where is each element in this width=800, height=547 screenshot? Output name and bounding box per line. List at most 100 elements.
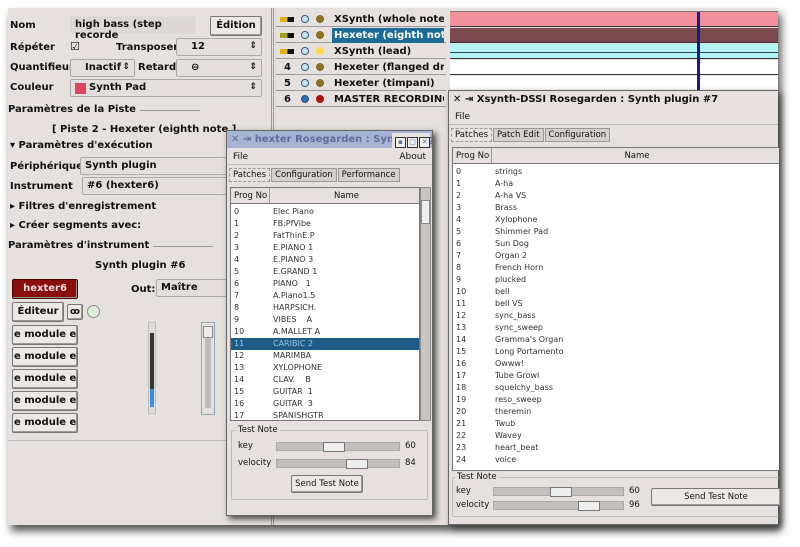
- patch-row[interactable]: 21 Twub: [453, 418, 779, 430]
- patch-row[interactable]: 0 strings: [453, 166, 779, 178]
- plugin-module-button[interactable]: e module ex: [12, 413, 78, 433]
- playback-pointer[interactable]: [697, 12, 700, 92]
- maximize-icon[interactable]: □: [407, 137, 418, 148]
- patch-row[interactable]: 7 A.Piano1.5: [231, 290, 419, 302]
- menu-file[interactable]: File: [455, 112, 470, 122]
- editor-button[interactable]: Éditeur: [12, 302, 64, 322]
- patch-row[interactable]: 10 A.MALLET A: [231, 326, 419, 338]
- mute-led-icon[interactable]: [301, 95, 309, 103]
- hexter-patch-list[interactable]: Prog No Name 0 Elec Piano 1 FB:PfVibe 2 FatTh…: [230, 187, 420, 421]
- patch-row[interactable]: 1 A-ha: [453, 178, 779, 190]
- patch-row[interactable]: 15 Long Portamento: [453, 346, 779, 358]
- patch-row[interactable]: 12 sync_bass: [453, 310, 779, 322]
- track-label[interactable]: XSynth (whole notes): [332, 12, 444, 27]
- volume-slider[interactable]: [201, 322, 215, 415]
- pin-icon[interactable]: ⇥: [465, 94, 473, 105]
- record-led-icon[interactable]: [316, 47, 324, 55]
- patch-row[interactable]: 18 squelchy_bass: [453, 382, 779, 394]
- mute-led-icon[interactable]: [301, 15, 309, 23]
- xsynth-titlebar[interactable]: ✕ ⇥ Xsynth-DSSI Rosegarden : Synth plugi…: [449, 91, 778, 108]
- mute-led-icon[interactable]: [301, 47, 309, 55]
- mute-led-icon[interactable]: [301, 79, 309, 87]
- mute-led-icon[interactable]: [301, 31, 309, 39]
- patch-row[interactable]: 13 XYLOPHONE: [231, 362, 419, 374]
- col-name[interactable]: Name: [270, 188, 419, 204]
- segment-xsynth-lead[interactable]: [450, 44, 778, 59]
- instrument-field[interactable]: #6 (hexter6): [82, 177, 230, 195]
- device-field[interactable]: Synth plugin: [80, 157, 230, 175]
- record-led-icon[interactable]: [316, 95, 324, 103]
- track-label[interactable]: Hexeter (flanged drums): [332, 60, 444, 75]
- track-label[interactable]: Hexeter (timpani): [332, 76, 444, 91]
- quantize-select[interactable]: Inactif: [70, 59, 135, 77]
- track-row[interactable]: 6 MASTER RECORDING: [276, 92, 446, 107]
- hexter-titlebar[interactable]: ✕ ⇥ hexter Rosegarden : Synth plugin #6 …: [227, 131, 432, 148]
- patch-row[interactable]: 4 Xylophone: [453, 214, 779, 226]
- patch-row[interactable]: 17 Tube Growl: [453, 370, 779, 382]
- patch-row[interactable]: 2 FatThinE.P: [231, 230, 419, 242]
- tab-patches[interactable]: Patches: [229, 168, 271, 182]
- tab-patches[interactable]: Patches: [451, 128, 493, 142]
- delay-select[interactable]: ⊖: [176, 59, 262, 77]
- xsynth-patch-list[interactable]: Prog No Name 0 strings 1 A-ha 2 A-ha VS 3 Brass…: [452, 147, 779, 471]
- tab-configuration[interactable]: Configuration: [544, 128, 611, 142]
- track-label[interactable]: XSynth (lead): [332, 44, 444, 59]
- plugin-button[interactable]: hexter6: [12, 279, 78, 299]
- patch-row[interactable]: 22 Wavey: [453, 430, 779, 442]
- patch-row[interactable]: 16 Owww!: [453, 358, 779, 370]
- repeat-checkbox[interactable]: ☑: [70, 40, 80, 53]
- patch-row[interactable]: 19 reso_sweep: [453, 394, 779, 406]
- col-name[interactable]: Name: [492, 148, 779, 164]
- menu-about[interactable]: About: [399, 149, 426, 165]
- name-field[interactable]: high bass (step recorde: [70, 16, 196, 41]
- patch-row[interactable]: 4 E.PIANO 3: [231, 254, 419, 266]
- patch-row[interactable]: 9 VIBES A: [231, 314, 419, 326]
- patch-row[interactable]: 11 bell VS: [453, 298, 779, 310]
- track-row[interactable]: XSynth (lead): [276, 44, 446, 59]
- col-prog-no[interactable]: Prog No: [453, 148, 492, 164]
- volume-slider-handle[interactable]: [203, 326, 213, 338]
- col-prog-no[interactable]: Prog No: [231, 188, 270, 204]
- patch-row[interactable]: 5 Shimmer Pad: [453, 226, 779, 238]
- patch-row[interactable]: 20 theremin: [453, 406, 779, 418]
- tab-configuration[interactable]: Configuration: [271, 168, 337, 182]
- plugin-module-button[interactable]: e module ex: [12, 369, 78, 389]
- track-label[interactable]: Hexeter (eighth notes): [332, 28, 444, 43]
- color-select[interactable]: Synth Pad: [70, 79, 262, 97]
- segment-xsynth-whole[interactable]: [450, 12, 778, 27]
- record-led-icon[interactable]: [316, 63, 324, 71]
- patch-row[interactable]: 23 heart_beat: [453, 442, 779, 454]
- tab-performance[interactable]: Performance: [337, 168, 400, 182]
- patch-row[interactable]: 6 PIANO 1: [231, 278, 419, 290]
- close-icon[interactable]: ✕: [453, 94, 461, 105]
- patch-row[interactable]: 12 MARIMBA: [231, 350, 419, 362]
- patch-row[interactable]: 3 Brass: [453, 202, 779, 214]
- transpose-select[interactable]: 12: [176, 38, 262, 56]
- patch-row[interactable]: 17 SPANISHGTR: [231, 410, 419, 420]
- track-row[interactable]: XSynth (whole notes): [276, 12, 446, 27]
- send-test-note-button[interactable]: Send Test Note: [651, 488, 781, 506]
- hexter-scrollbar[interactable]: [420, 187, 431, 421]
- patch-row[interactable]: 6 Sun Dog: [453, 238, 779, 250]
- patch-row[interactable]: 2 A-ha VS: [453, 190, 779, 202]
- record-filters-toggle[interactable]: ▸ Filtres d'enregistrement: [10, 201, 156, 212]
- patch-row[interactable]: 14 CLAV. B: [231, 374, 419, 386]
- patch-row[interactable]: 24 voice: [453, 454, 779, 466]
- key-slider[interactable]: [276, 442, 400, 452]
- send-test-note-button[interactable]: Send Test Note: [291, 475, 363, 493]
- close-window-icon[interactable]: ✕: [419, 137, 430, 148]
- key-slider[interactable]: [493, 487, 624, 497]
- record-led-icon[interactable]: [316, 79, 324, 87]
- patch-row[interactable]: 8 HARPSICH.: [231, 302, 419, 314]
- track-row[interactable]: 4 Hexeter (flanged drums): [276, 60, 446, 75]
- record-led-icon[interactable]: [316, 31, 324, 39]
- patch-row[interactable]: 5 E.GRAND 1: [231, 266, 419, 278]
- patch-row[interactable]: 14 Gramma's Organ: [453, 334, 779, 346]
- mute-led-icon[interactable]: [301, 63, 309, 71]
- plugin-module-button[interactable]: e module ex: [12, 347, 78, 367]
- track-row[interactable]: Hexeter (eighth notes): [276, 28, 446, 43]
- patch-row[interactable]: 11 CARIBIC 2: [231, 338, 419, 350]
- patch-row[interactable]: 3 E.PIANO 1: [231, 242, 419, 254]
- patch-row[interactable]: 16 GUITAR 3: [231, 398, 419, 410]
- close-icon[interactable]: ✕: [231, 134, 239, 145]
